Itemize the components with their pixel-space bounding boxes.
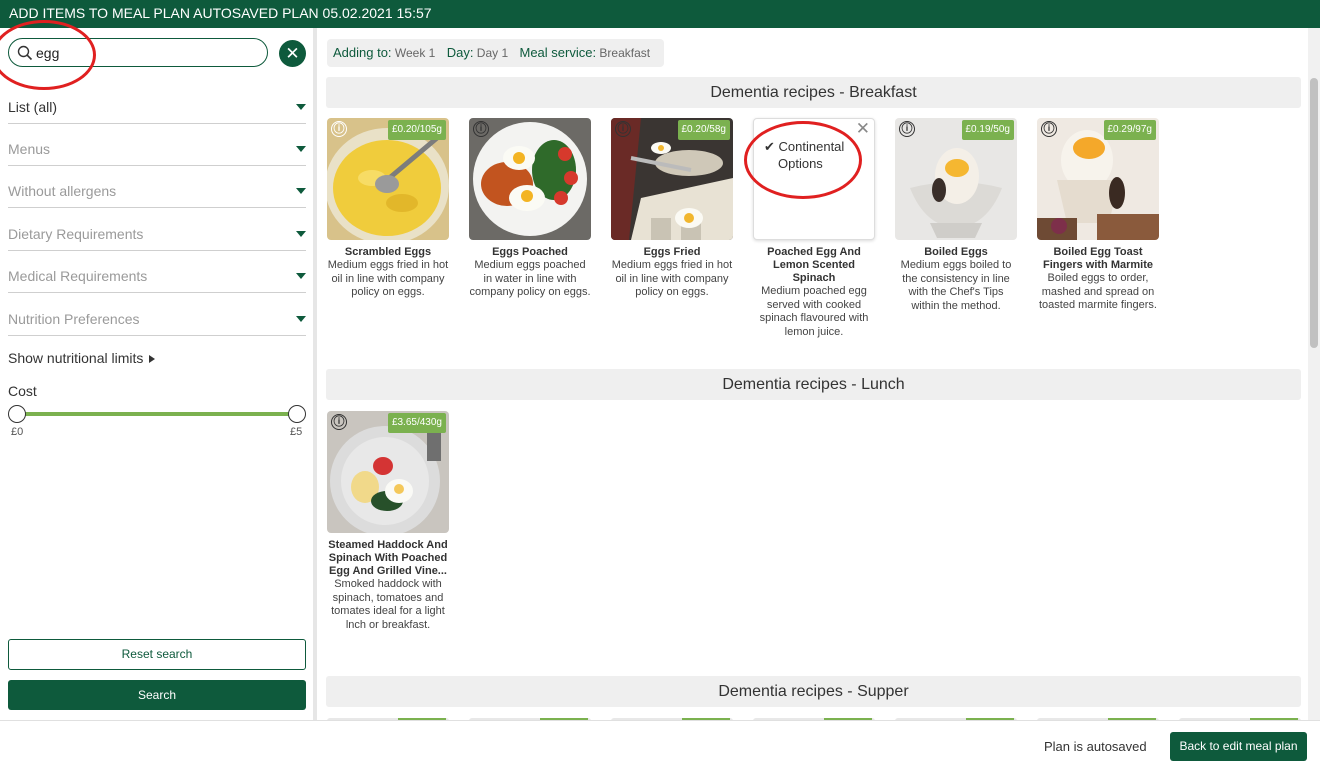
recipe-name: Poached Egg And Lemon Scented Spinach (767, 246, 861, 284)
search-button[interactable]: Search (8, 680, 306, 710)
caret-down-icon (296, 188, 306, 194)
info-icon[interactable]: ⓘ (473, 121, 489, 137)
filter-sidebar: ✕ List (all) Menus Without allergens Die… (0, 28, 317, 720)
caret-down-icon (296, 104, 306, 110)
filter-label: Without allergens (8, 183, 117, 199)
info-icon[interactable]: ⓘ (331, 414, 347, 430)
recipe-description: Medium poached egg served with cooked sp… (759, 285, 869, 338)
show-nutritional-limits-toggle[interactable]: Show nutritional limits (8, 350, 156, 366)
cost-max-label: £5 (290, 426, 303, 438)
recipe-image: ⓘ (469, 118, 591, 240)
reset-search-button[interactable]: Reset search (8, 639, 306, 670)
cost-slider-min-handle[interactable] (8, 405, 26, 423)
back-to-edit-meal-plan-button[interactable]: Back to edit meal plan (1170, 732, 1307, 761)
recipe-image: ⓘ £3.65/430g (327, 411, 449, 533)
recipe-description: Boiled eggs to order, mashed and spread … (1039, 272, 1157, 311)
price-badge: £3.65/430g (387, 413, 446, 433)
annotation-circle (744, 121, 862, 199)
filter-label: Nutrition Preferences (8, 311, 140, 327)
autosave-status: Plan is autosaved (1044, 739, 1147, 754)
filter-list-select[interactable]: List (all) (8, 96, 306, 124)
cost-slider-max-handle[interactable] (288, 405, 306, 423)
recipe-description: Medium eggs poached in water in line wit… (469, 259, 591, 298)
day-label: Day: (446, 45, 474, 60)
nutritional-limits-label: Show nutritional limits (8, 350, 144, 366)
info-icon[interactable]: ⓘ (331, 121, 347, 137)
recipe-name: Steamed Haddock And Spinach With Poached… (328, 539, 448, 577)
recipe-card-eggs-poached[interactable]: ⓘ Eggs Poached Medium eggs poached in wa… (469, 118, 591, 300)
caret-right-icon (149, 355, 156, 364)
footer-bar: Plan is autosaved Back to edit meal plan (0, 720, 1320, 768)
adding-to-label: Adding to: (333, 45, 392, 60)
recipe-image: ⓘ £0.20/58g (611, 118, 733, 240)
adding-to-value: Week 1 (394, 46, 436, 60)
section-header-supper: Dementia recipes - Supper (326, 676, 1301, 707)
section-header-lunch: Dementia recipes - Lunch (326, 369, 1301, 400)
filter-label: Menus (8, 141, 51, 157)
meal-context-pill: Adding to: Week 1 Day: Day 1 Meal servic… (327, 39, 665, 67)
filter-label: Dietary Requirements (8, 226, 144, 242)
caret-down-icon (296, 146, 306, 152)
recipe-card-boiled-eggs[interactable]: ⓘ £0.19/50g Boiled Eggs Medium eggs boil… (895, 118, 1017, 313)
recipe-description: Medium eggs fried in hot oil in line wit… (327, 259, 449, 298)
info-icon[interactable]: ⓘ (1041, 121, 1057, 137)
cost-min-label: £0 (11, 426, 24, 438)
info-icon[interactable]: ⓘ (615, 121, 631, 137)
recipe-description: Medium eggs boiled to the consistency in… (900, 259, 1012, 312)
recipe-card-eggs-fried[interactable]: ⓘ £0.20/58g Eggs Fried Medium eggs fried… (611, 118, 733, 300)
meal-service-value: Breakfast (599, 46, 651, 60)
caret-down-icon (296, 231, 306, 237)
filter-menus-select[interactable]: Menus (8, 138, 306, 166)
price-badge: £0.29/97g (1103, 120, 1156, 140)
cost-label: Cost (8, 383, 37, 399)
section-header-breakfast: Dementia recipes - Breakfast (326, 77, 1301, 108)
price-badge: £0.19/50g (961, 120, 1014, 140)
day-value: Day 1 (476, 46, 509, 60)
clear-search-button[interactable]: ✕ (279, 40, 306, 67)
caret-down-icon (296, 273, 306, 279)
filter-label: List (all) (8, 99, 58, 115)
recipe-image: ⓘ £0.19/50g (895, 118, 1017, 240)
recipe-name: Scrambled Eggs (344, 246, 432, 258)
filter-label: Medical Requirements (8, 268, 148, 284)
recipe-description: Medium eggs fried in hot oil in line wit… (611, 259, 733, 298)
info-icon[interactable]: ⓘ (899, 121, 915, 137)
recipe-name: Eggs Fried (643, 246, 701, 258)
filter-allergens-select[interactable]: Without allergens (8, 180, 306, 208)
close-icon[interactable]: ✕ (856, 119, 870, 139)
recipe-card-boiled-egg-toast-fingers[interactable]: ⓘ £0.29/97g Boiled Egg Toast Fingers wit… (1037, 118, 1159, 313)
price-badge: £0.20/58g (677, 120, 730, 140)
recipe-image: ⓘ £0.29/97g (1037, 118, 1159, 240)
recipe-card-steamed-haddock[interactable]: ⓘ £3.65/430g Steamed Haddock And Spinach… (327, 411, 449, 632)
filter-medical-select[interactable]: Medical Requirements (8, 265, 306, 293)
recipe-name: Boiled Eggs (924, 246, 988, 258)
meal-service-label: Meal service: (519, 45, 597, 60)
filter-dietary-select[interactable]: Dietary Requirements (8, 223, 306, 251)
recipe-description: Smoked haddock with spinach, tomatoes an… (331, 578, 445, 631)
close-icon: ✕ (285, 44, 300, 63)
filter-nutrition-select[interactable]: Nutrition Preferences (8, 308, 306, 336)
price-badge: £0.20/105g (387, 120, 446, 140)
recipe-card-scrambled-eggs[interactable]: ⓘ £0.20/105g Scrambled Eggs Medium eggs … (327, 118, 449, 300)
recipe-name: Boiled Egg Toast Fingers with Marmite (1042, 246, 1154, 271)
cost-slider-track[interactable] (16, 412, 297, 416)
caret-down-icon (296, 316, 306, 322)
page-header-title: ADD ITEMS TO MEAL PLAN AUTOSAVED PLAN 05… (0, 0, 1320, 28)
recipe-name: Eggs Poached (492, 246, 568, 258)
recipe-image: ⓘ £0.20/105g (327, 118, 449, 240)
results-scrollbar[interactable] (1308, 28, 1320, 720)
scrollbar-thumb[interactable] (1310, 78, 1318, 348)
